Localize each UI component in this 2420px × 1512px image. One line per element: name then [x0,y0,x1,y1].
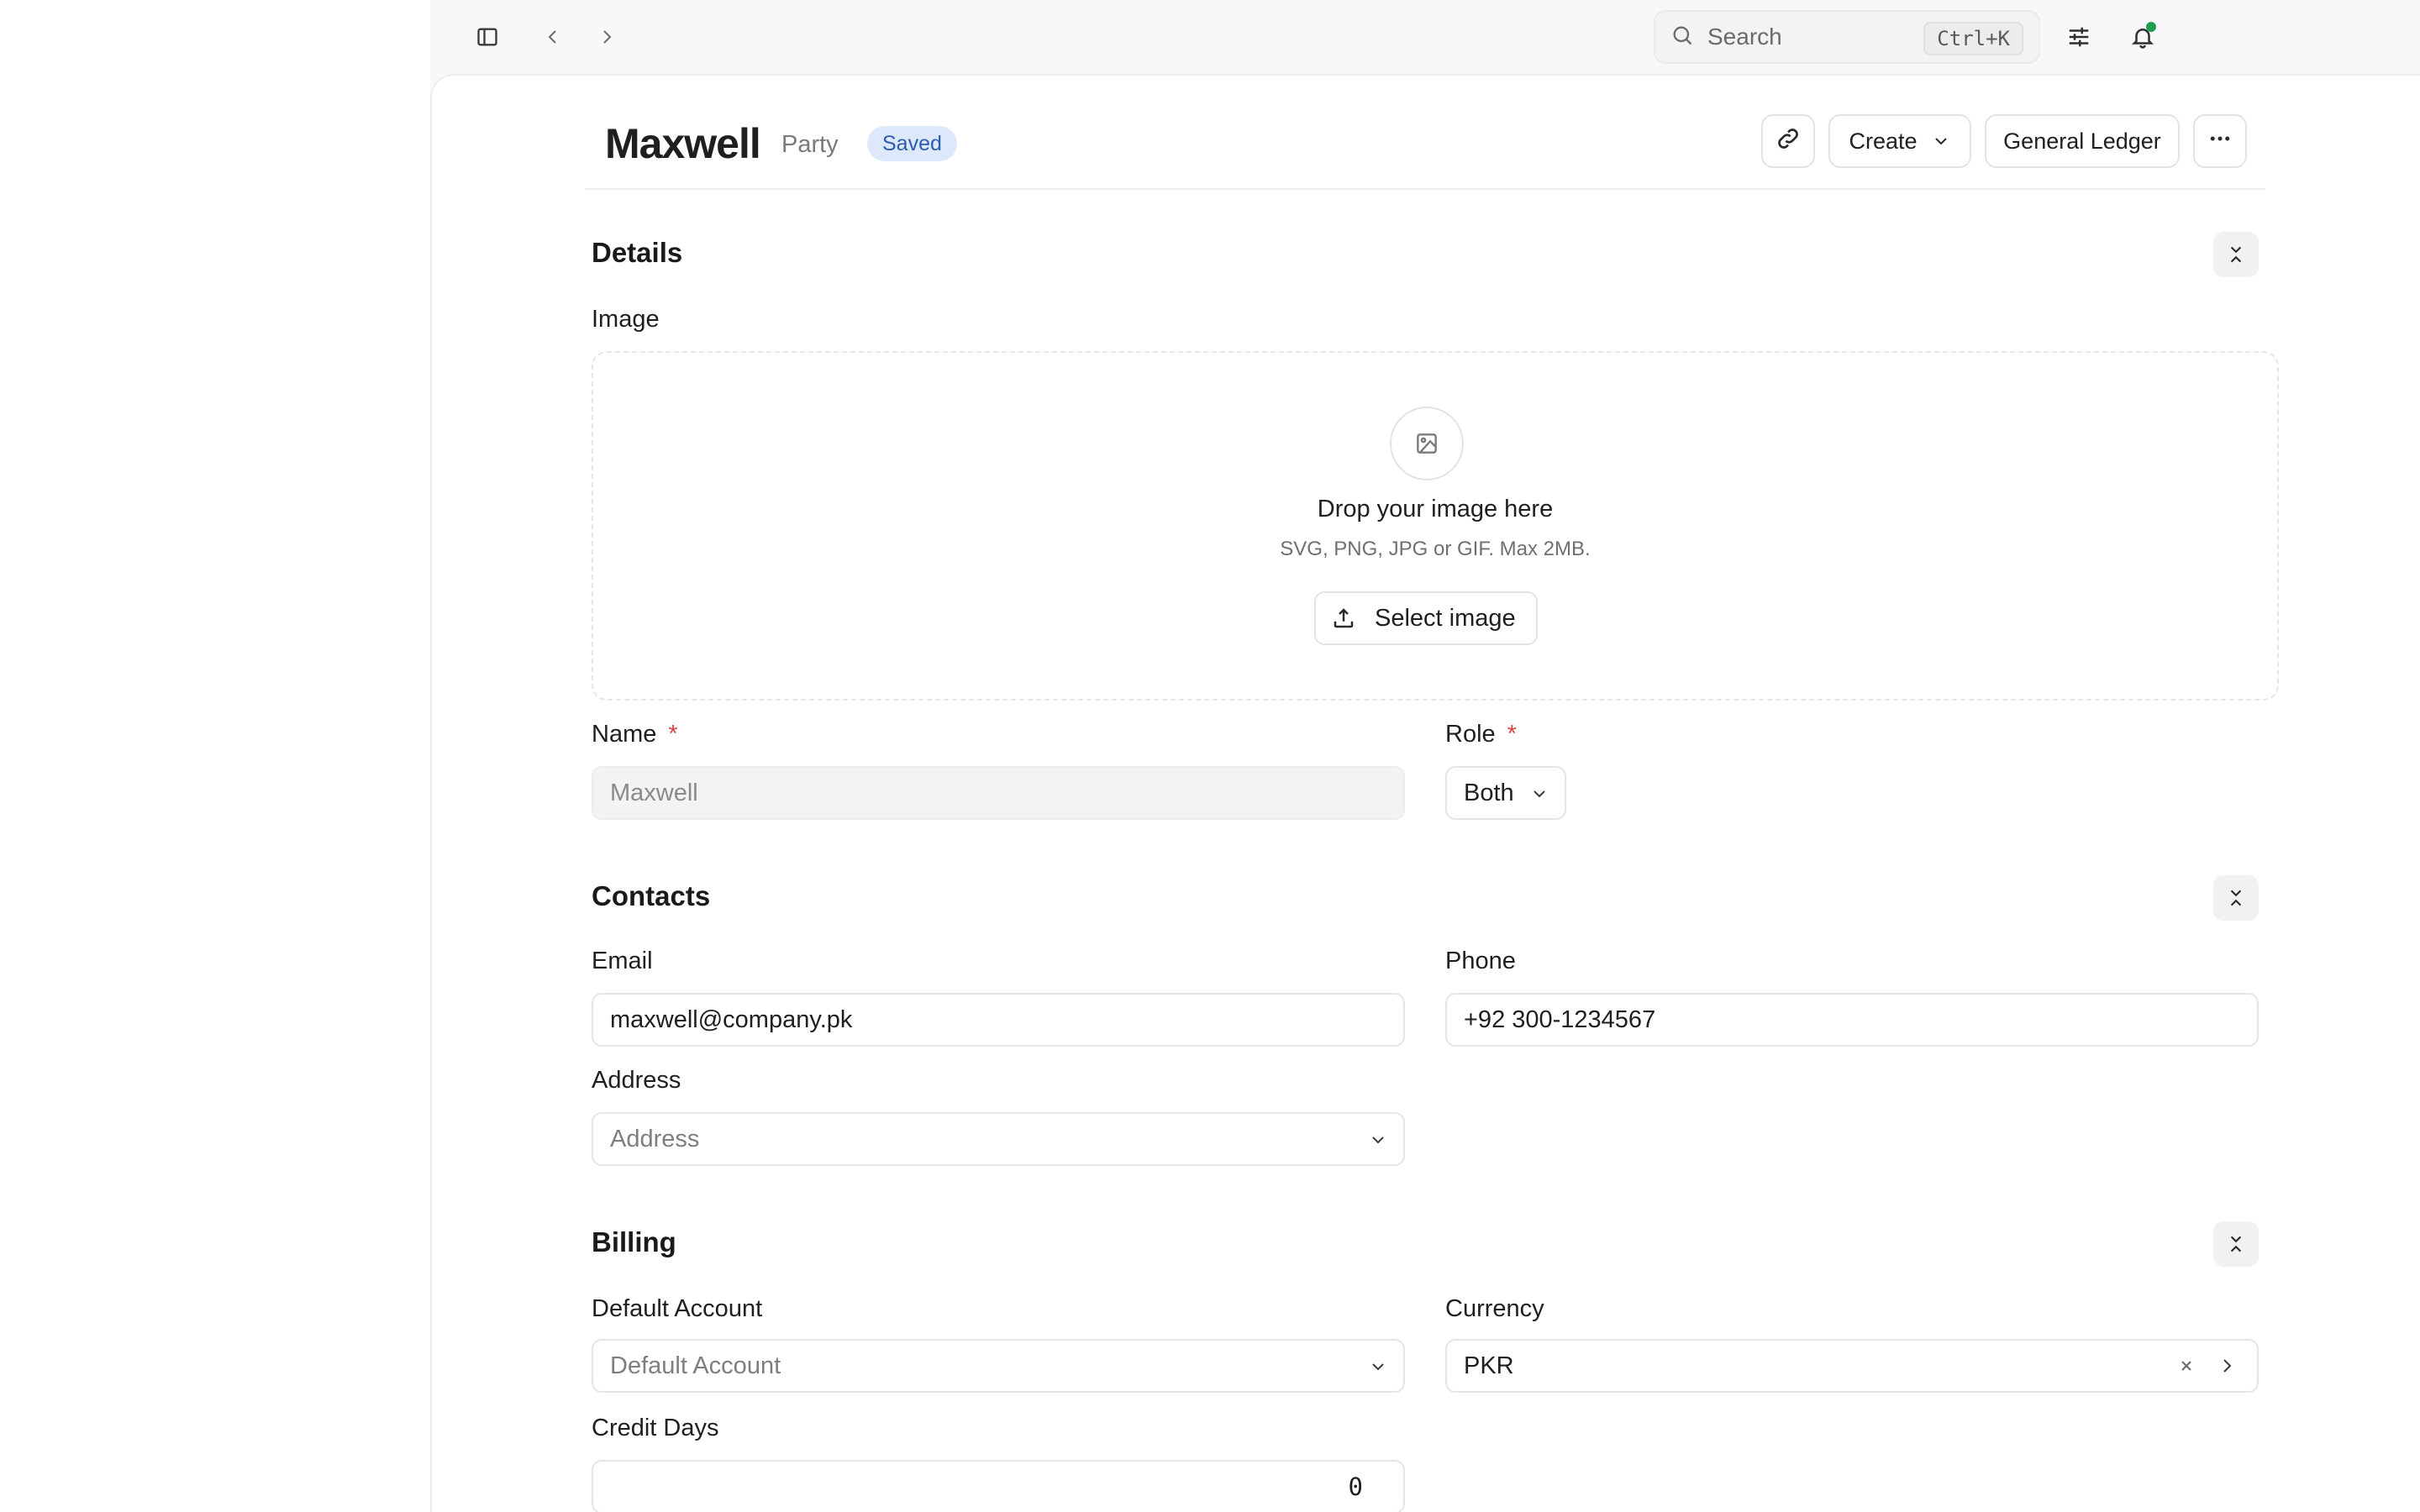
page-header: Maxwell Party Saved Create General Ledge… [585,114,2265,190]
search-shortcut: Ctrl+K [1923,22,2023,55]
name-label-text: Name [592,721,657,748]
sliders-icon[interactable] [2059,17,2099,57]
credit-days-value: 0 [1348,1473,1363,1501]
phone-label: Phone [1445,948,1516,974]
section-title-billing: Billing [592,1226,676,1257]
select-image-label: Select image [1375,604,1516,632]
general-ledger-button[interactable]: General Ledger [1985,114,2180,168]
image-dropzone[interactable]: Drop your image here SVG, PNG, JPG or GI… [592,351,2279,701]
chevron-down-icon [1368,1129,1388,1157]
name-field[interactable]: Maxwell [592,766,1405,820]
role-label: Role * [1445,721,1517,748]
default-account-select[interactable]: Default Account [592,1339,1405,1393]
default-account-placeholder: Default Account [610,1352,781,1379]
chevron-right-icon[interactable] [2217,1356,2237,1376]
required-mark: * [1507,721,1517,748]
search-input[interactable]: Search Ctrl+K [1654,10,2040,64]
credit-days-label: Credit Days [592,1415,719,1441]
drop-title: Drop your image here [1317,496,1554,522]
more-actions-button[interactable] [2193,114,2247,168]
image-icon [1390,407,1464,480]
copy-link-button[interactable] [1761,114,1815,168]
email-field[interactable]: maxwell@company.pk [592,993,1405,1047]
default-account-label: Default Account [592,1295,763,1322]
collapse-billing-button[interactable] [2213,1221,2259,1267]
status-badge: Saved [867,126,957,161]
email-label: Email [592,948,653,974]
link-icon [1775,125,1802,158]
create-button[interactable]: Create [1828,114,1971,168]
address-label: Address [592,1067,681,1094]
select-image-button[interactable]: Select image [1314,591,1538,645]
credit-days-field[interactable]: 0 [592,1460,1405,1512]
upload-icon [1331,606,1356,631]
currency-label: Currency [1445,1295,1544,1322]
section-title-contacts: Contacts [592,880,711,911]
image-label: Image [592,306,660,333]
collapse-contacts-button[interactable] [2213,875,2259,921]
address-select[interactable]: Address [592,1112,1405,1166]
name-label: Name * [592,721,678,748]
chevron-left-icon[interactable] [533,17,573,57]
top-bar: Search Ctrl+K [430,0,2420,74]
chevron-right-icon[interactable] [587,17,627,57]
sidebar-area [0,0,430,1512]
currency-field[interactable]: PKR [1445,1339,2259,1393]
currency-value: PKR [1464,1352,1514,1379]
doctype-label: Party [781,131,839,158]
notification-dot [2146,22,2156,32]
collapse-details-button[interactable] [2213,232,2259,277]
required-mark: * [668,721,678,748]
collapse-icon [2225,1233,2247,1255]
page-title: Maxwell [605,120,761,167]
chevron-down-icon [1931,131,1951,151]
role-label-text: Role [1445,721,1496,748]
role-value: Both [1464,779,1514,806]
chevron-down-icon [1529,783,1549,811]
create-label: Create [1849,128,1918,154]
drop-subtitle: SVG, PNG, JPG or GIF. Max 2MB. [1280,538,1591,560]
role-select[interactable]: Both [1445,766,1566,820]
collapse-icon [2225,244,2247,265]
collapse-icon [2225,887,2247,909]
search-icon [1670,24,1694,51]
section-title-details: Details [592,237,683,268]
clear-icon[interactable] [2176,1356,2196,1376]
chevron-down-icon [1368,1356,1388,1383]
more-icon [2207,126,2233,157]
bell-icon[interactable] [2123,17,2163,57]
phone-field[interactable]: +92 300-1234567 [1445,993,2259,1047]
search-placeholder: Search [1707,24,1782,50]
address-placeholder: Address [610,1125,700,1152]
sidebar-toggle-icon[interactable] [467,17,508,57]
